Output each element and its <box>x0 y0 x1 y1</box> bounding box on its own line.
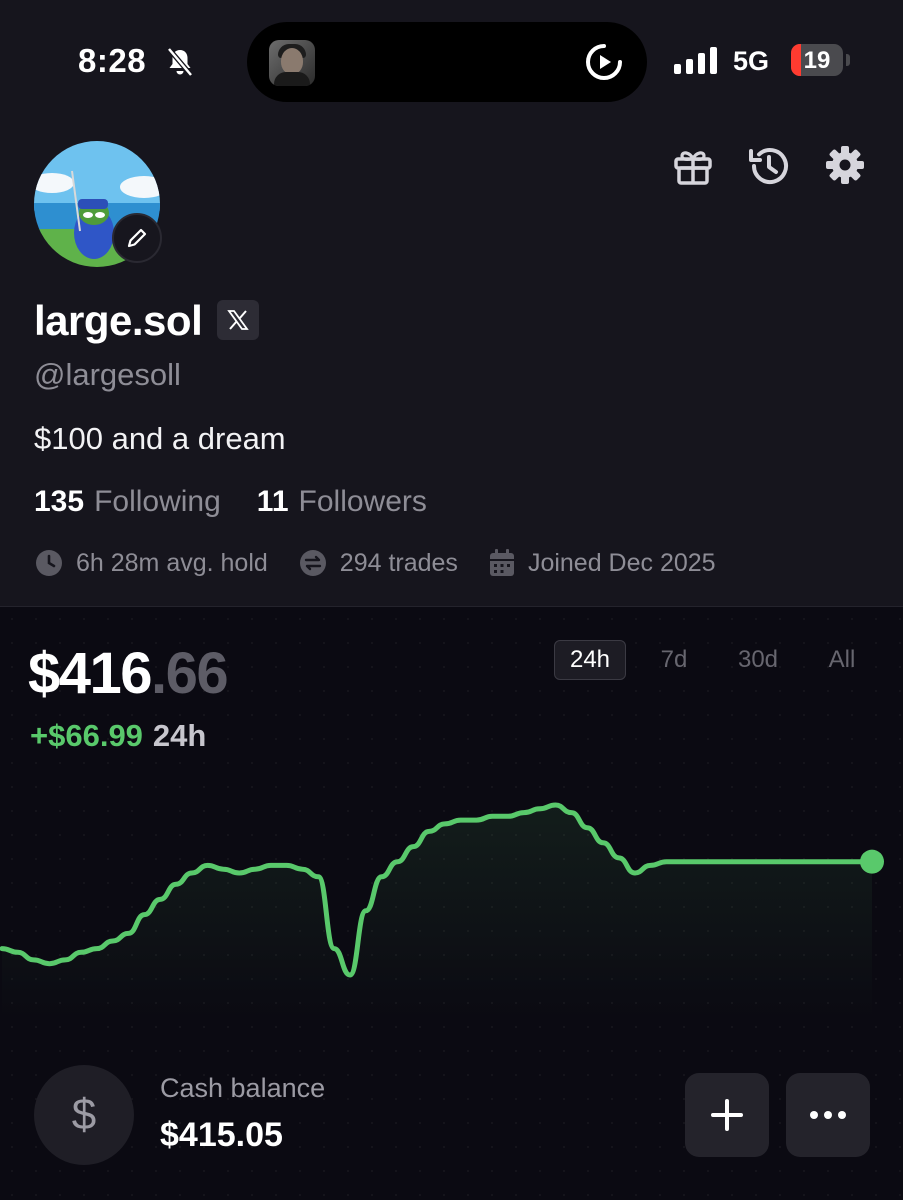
range-all[interactable]: All <box>806 640 878 680</box>
x-logo-icon <box>227 310 249 330</box>
dynamic-island[interactable] <box>247 22 647 102</box>
following-label: Following <box>94 485 221 518</box>
now-playing-thumbnail <box>269 40 315 86</box>
battery-level: 19 <box>803 47 831 74</box>
more-button[interactable] <box>786 1073 870 1157</box>
signal-icon <box>674 46 717 74</box>
followers-count: 11 <box>256 485 289 518</box>
following-link[interactable]: 135 Following <box>34 485 221 519</box>
profile-header: 8:28 5G 19 large.sol @largesoll $100 and… <box>0 0 903 607</box>
portfolio-value-dollars: $416 <box>28 641 153 706</box>
play-icon[interactable] <box>584 42 624 82</box>
x-link-badge[interactable] <box>217 300 259 340</box>
bio: $100 and a dream <box>34 421 286 456</box>
change-period: 24h <box>152 718 207 753</box>
range-7d[interactable]: 7d <box>638 640 710 680</box>
cash-balance-value: $415.05 <box>160 1116 283 1154</box>
username-handle[interactable]: @largesoll <box>34 357 181 393</box>
swap-icon <box>299 550 326 576</box>
chart-current-point <box>860 849 884 874</box>
range-24h[interactable]: 24h <box>554 640 626 680</box>
time: 8:28 <box>78 42 147 79</box>
profile-meta: 6h 28m avg. hold 294 trades Joined Dec 2… <box>34 548 746 578</box>
joined-text: Joined Dec 2025 <box>527 548 716 577</box>
time-range-selector: 24h 7d 30d All <box>554 640 888 680</box>
followers-link[interactable]: 11 Followers <box>257 485 427 519</box>
following-count: 135 <box>34 485 85 518</box>
battery-icon: 19 <box>791 44 843 76</box>
avg-hold: 6h 28m avg. hold <box>34 548 268 578</box>
portfolio-value-cents: .66 <box>151 641 229 706</box>
cash-balance-label: Cash balance <box>160 1073 326 1103</box>
trades-text: 294 trades <box>339 548 458 577</box>
avg-hold-text: 6h 28m avg. hold <box>76 548 268 577</box>
add-button[interactable] <box>685 1073 769 1157</box>
range-30d[interactable]: 30d <box>722 640 794 680</box>
edit-avatar-button[interactable] <box>112 213 162 263</box>
clock-icon <box>36 550 62 576</box>
change-amount: +$66.99 <box>30 718 143 753</box>
display-name: large.sol <box>34 297 203 344</box>
chart-area <box>2 805 872 1020</box>
bell-slash-icon <box>167 47 193 77</box>
portfolio-chart[interactable] <box>0 760 903 1020</box>
gift-icon[interactable] <box>671 143 715 187</box>
gear-icon[interactable] <box>823 143 867 187</box>
network-type: 5G <box>733 46 770 76</box>
more-icon <box>810 1111 846 1119</box>
dollar-icon: $ <box>34 1065 134 1165</box>
joined: Joined Dec 2025 <box>488 548 716 578</box>
followers-label: Followers <box>298 485 427 518</box>
battery-cap <box>846 54 850 66</box>
portfolio-change: +$66.99 24h <box>30 718 206 754</box>
calendar-icon <box>489 549 514 576</box>
follow-stats: 135 Following 11 Followers <box>34 485 427 519</box>
portfolio-value: $416.66 <box>28 640 229 707</box>
trades: 294 trades <box>298 548 458 578</box>
plus-icon <box>711 1099 743 1131</box>
pencil-icon <box>127 228 147 248</box>
history-icon[interactable] <box>746 143 792 189</box>
